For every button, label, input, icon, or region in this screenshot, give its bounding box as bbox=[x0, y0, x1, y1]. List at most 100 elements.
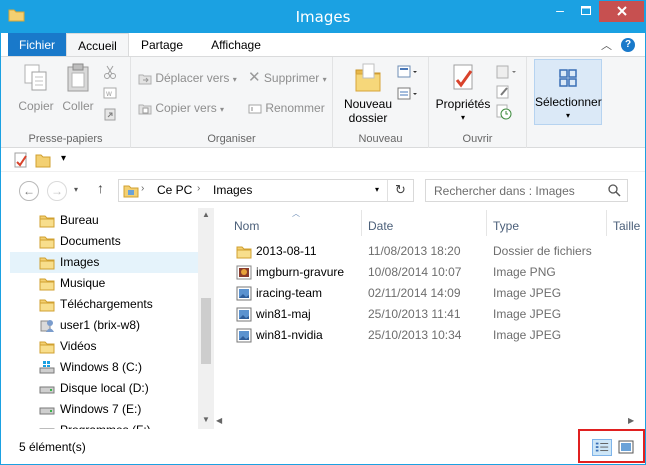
search-box[interactable]: Rechercher dans : Images bbox=[425, 179, 628, 202]
file-name: imgburn-gravure bbox=[256, 265, 345, 279]
paste-button[interactable]: Coller bbox=[59, 63, 97, 113]
properties-quick-icon[interactable] bbox=[13, 152, 29, 168]
group-organiser: Déplacer vers ▾ Copier vers ▾ ✕ Supprime… bbox=[131, 57, 333, 148]
new-folder-label-line1: Nouveau bbox=[343, 97, 393, 111]
back-button[interactable]: ← bbox=[19, 181, 39, 201]
new-item-icon[interactable] bbox=[397, 65, 419, 79]
clipboard-icon bbox=[67, 63, 89, 92]
nav-item[interactable]: Musique bbox=[10, 273, 198, 294]
nav-item[interactable]: Windows 8 (C:) bbox=[10, 357, 198, 378]
delete-icon: ✕ bbox=[248, 69, 261, 86]
file-type: Image PNG bbox=[493, 265, 556, 279]
edit-icon[interactable] bbox=[496, 85, 512, 99]
file-type: Image JPEG bbox=[493, 328, 562, 342]
move-to-button[interactable]: Déplacer vers ▾ bbox=[138, 69, 237, 87]
maximize-button[interactable] bbox=[573, 1, 599, 22]
tab-affichage[interactable]: Affichage bbox=[197, 33, 275, 57]
file-list: ︿ Nom Date Type Taille 2013-08-11 11/08/2… bbox=[214, 208, 645, 429]
new-folder-button[interactable]: Nouveau dossier bbox=[339, 62, 397, 125]
column-header-type[interactable]: Type bbox=[493, 214, 519, 238]
scroll-right-icon[interactable]: ▶ bbox=[628, 416, 634, 425]
quick-access-toolbar: ▾ bbox=[1, 148, 645, 172]
properties-dropdown-icon: ▾ bbox=[460, 113, 465, 122]
search-icon[interactable] bbox=[608, 184, 621, 197]
history-icon[interactable] bbox=[496, 104, 512, 120]
delete-button[interactable]: ✕ Supprimer ▾ bbox=[248, 69, 327, 87]
scroll-left-icon[interactable]: ◀ bbox=[216, 416, 222, 425]
address-dropdown-icon[interactable]: ▾ bbox=[375, 185, 379, 194]
nav-scroll-thumb[interactable] bbox=[201, 298, 211, 364]
navigation-pane: Bureau Documents Images Musique Téléchargeme… bbox=[1, 208, 214, 429]
tab-fichier[interactable]: Fichier bbox=[8, 33, 66, 57]
tab-accueil[interactable]: Accueil bbox=[66, 33, 129, 57]
nav-item[interactable]: Images bbox=[10, 252, 198, 273]
file-type: Image JPEG bbox=[493, 307, 562, 321]
breadcrumb-ce-pc[interactable]: Ce PC bbox=[157, 183, 192, 197]
rename-button[interactable]: Renommer bbox=[248, 99, 325, 117]
nav-item[interactable]: Disque local (D:) bbox=[10, 378, 198, 399]
details-view-icon[interactable] bbox=[592, 439, 612, 456]
open-icon[interactable] bbox=[496, 65, 518, 79]
up-button[interactable]: ↑ bbox=[97, 180, 104, 196]
minimize-button[interactable]: – bbox=[547, 1, 573, 22]
column-header-nom[interactable]: Nom bbox=[234, 214, 259, 238]
copy-to-button[interactable]: Copier vers ▾ bbox=[138, 99, 224, 117]
move-to-label: Déplacer vers bbox=[155, 71, 230, 85]
nav-item[interactable]: Téléchargements bbox=[10, 294, 198, 315]
nav-item[interactable]: Windows 7 (E:) bbox=[10, 399, 198, 420]
nav-item[interactable]: Documents bbox=[10, 231, 198, 252]
nav-item-label: Documents bbox=[60, 234, 121, 248]
nav-item[interactable]: Programmes (F:) bbox=[10, 420, 198, 429]
new-folder-label-line2: dossier bbox=[348, 111, 388, 125]
recent-locations-icon[interactable]: ▾ bbox=[74, 185, 78, 194]
file-row[interactable]: win81-nvidia 25/10/2013 10:34 Image JPEG bbox=[232, 325, 632, 346]
customize-quick-access-icon[interactable]: ▾ bbox=[61, 153, 66, 164]
address-bar[interactable]: › Ce PC › Images ▾ ↻ bbox=[118, 179, 414, 202]
breadcrumb-images[interactable]: Images bbox=[213, 183, 252, 197]
horizontal-scrollbar[interactable]: ◀ ▶ bbox=[214, 416, 645, 429]
cut-icon[interactable] bbox=[103, 65, 117, 79]
refresh-icon[interactable]: ↻ bbox=[395, 182, 406, 198]
paste-shortcut-icon[interactable] bbox=[103, 107, 117, 121]
large-icons-view-icon[interactable] bbox=[616, 439, 636, 456]
group-label-presse-papiers: Presse-papiers bbox=[28, 133, 103, 145]
file-row[interactable]: 2013-08-11 11/08/2013 18:20 Dossier de fic… bbox=[232, 241, 632, 262]
copy-label: Copier bbox=[18, 99, 54, 113]
copy-path-icon[interactable]: W bbox=[103, 87, 117, 99]
easy-access-icon[interactable] bbox=[397, 87, 419, 101]
group-ouvrir: Propriétés ▾ Ouvrir bbox=[429, 57, 527, 148]
scroll-down-icon[interactable]: ▼ bbox=[202, 415, 210, 424]
file-row[interactable]: win81-maj 25/10/2013 11:41 Image JPEG bbox=[232, 304, 632, 325]
nav-item[interactable]: user1 (brix-w8) bbox=[10, 315, 198, 336]
copy-icon bbox=[24, 64, 47, 91]
search-placeholder: Rechercher dans : Images bbox=[434, 184, 575, 198]
group-label-nouveau: Nouveau bbox=[358, 133, 403, 145]
nav-item[interactable]: Vidéos bbox=[10, 336, 198, 357]
file-date: 10/08/2014 10:07 bbox=[368, 265, 462, 279]
maximize-icon bbox=[581, 6, 591, 15]
file-row[interactable]: imgburn-gravure 10/08/2014 10:07 Image PNG bbox=[232, 262, 632, 283]
select-button[interactable]: Sélectionner ▾ bbox=[534, 59, 602, 125]
column-header-taille[interactable]: Taille bbox=[613, 214, 640, 238]
copy-button[interactable]: Copier bbox=[15, 63, 57, 113]
tab-partage[interactable]: Partage bbox=[131, 33, 193, 57]
nav-scrollbar[interactable]: ▲ ▼ bbox=[198, 208, 214, 429]
rename-label: Renommer bbox=[265, 101, 325, 115]
group-presse-papiers: Copier Coller W Presse-papiers bbox=[1, 57, 131, 148]
new-folder-quick-icon[interactable] bbox=[35, 152, 51, 168]
close-button[interactable] bbox=[599, 1, 644, 22]
properties-icon bbox=[453, 64, 473, 90]
chevron-up-icon[interactable]: ︿ bbox=[601, 37, 612, 53]
ribbon-tabs: Fichier Accueil Partage Affichage ︿ ? bbox=[1, 33, 645, 57]
help-icon[interactable]: ? bbox=[621, 38, 635, 52]
title-bar[interactable]: Images – bbox=[1, 1, 645, 33]
properties-button[interactable]: Propriétés ▾ bbox=[434, 62, 492, 125]
nav-item[interactable]: Bureau bbox=[10, 210, 198, 231]
file-row[interactable]: iracing-team 02/11/2014 14:09 Image JPEG bbox=[232, 283, 632, 304]
select-label: Sélectionner bbox=[535, 95, 602, 109]
scroll-up-icon[interactable]: ▲ bbox=[202, 210, 210, 219]
svg-text:W: W bbox=[106, 91, 112, 98]
nav-item-label: Windows 7 (E:) bbox=[60, 402, 142, 416]
forward-button[interactable]: → bbox=[47, 181, 67, 201]
column-header-date[interactable]: Date bbox=[368, 214, 393, 238]
